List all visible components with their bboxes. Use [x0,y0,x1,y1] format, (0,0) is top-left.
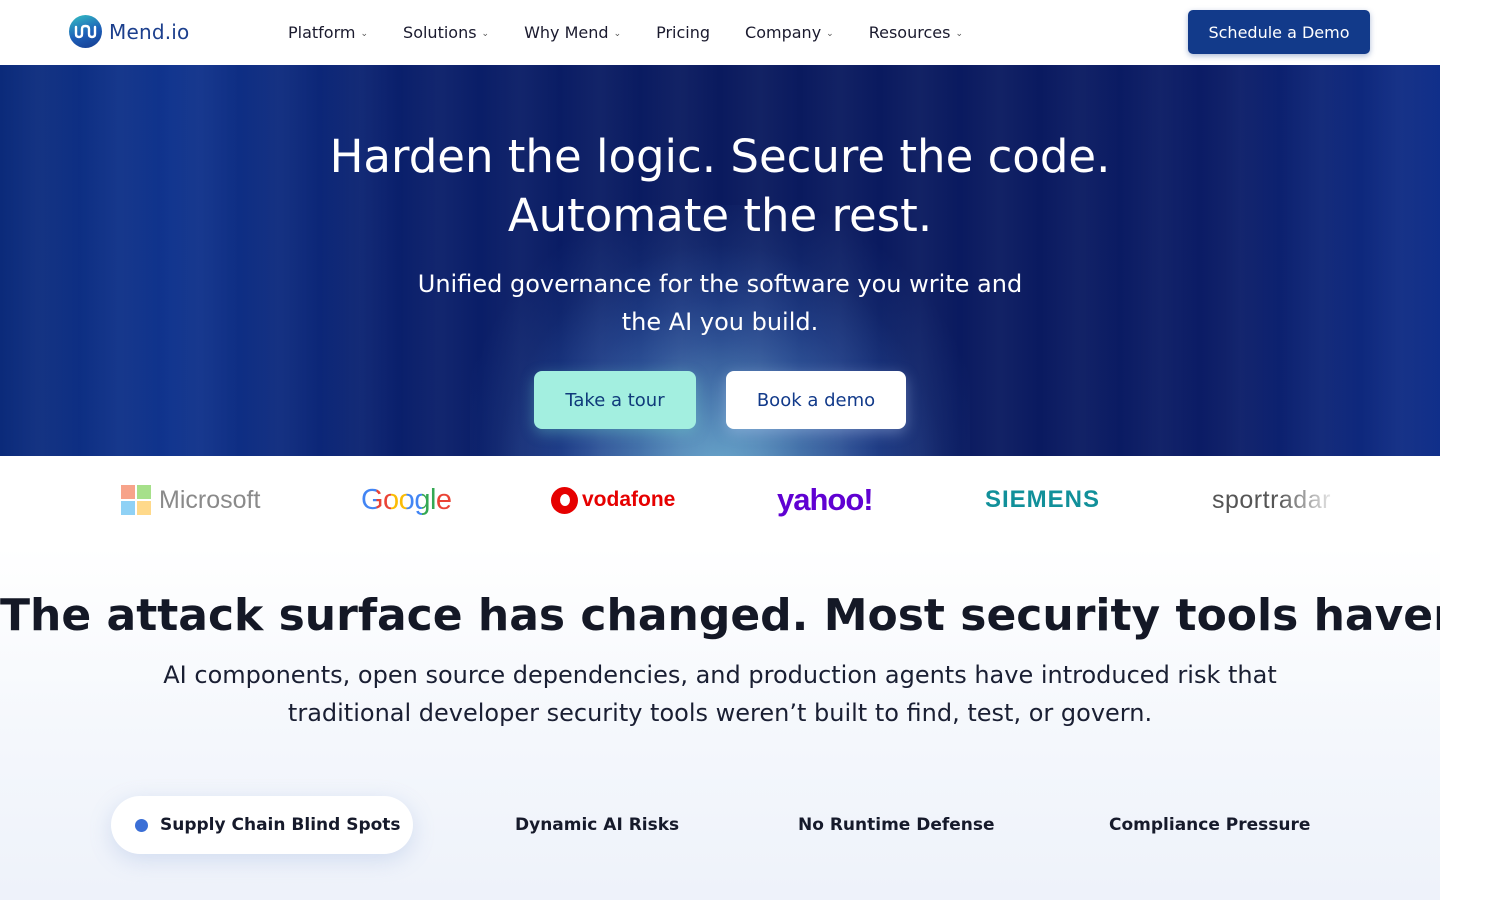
nav-why-mend-label: Why Mend [524,23,609,42]
hero-title-line1: Harden the logic. Secure the code. [329,130,1111,183]
yahoo-logo: yahoo! [777,480,874,520]
page-right-margin [1440,0,1489,900]
vodafone-icon [551,486,578,514]
chevron-down-icon: ⌄ [826,28,834,39]
customer-logos: Microsoft Google vodafone yahoo! SIEMENS… [0,456,1440,546]
nav-pricing-label: Pricing [656,23,711,42]
attack-surface-description-line2: traditional developer security tools wer… [287,699,1153,727]
nav-solutions-label: Solutions [403,23,477,42]
logo-text: Mend.io [109,19,190,44]
chevron-down-icon: ⌄ [955,28,963,39]
google-logo-text: Google [361,483,452,516]
google-logo: Google [361,480,452,520]
microsoft-logo-text: Microsoft [159,485,261,514]
vodafone-logo: vodafone [551,480,675,520]
tab-dynamic-ai-risks[interactable]: Dynamic AI Risks [515,796,679,854]
book-demo-button[interactable]: Book a demo [726,371,906,429]
sportradar-logo: sportradar [1212,480,1331,520]
attack-surface-description-line1: AI components, open source dependencies,… [163,661,1277,689]
attack-surface-description: AI components, open source dependencies,… [0,656,1440,732]
chevron-down-icon: ⌄ [481,28,490,39]
microsoft-logo: Microsoft [121,480,260,520]
nav-platform-label: Platform [288,23,356,42]
nav-resources[interactable]: Resources ⌄ [869,23,963,42]
siemens-logo-text: SIEMENS [985,486,1101,513]
hero-title: Harden the logic. Secure the code. Autom… [0,127,1440,245]
nav-company[interactable]: Company ⌄ [745,23,834,42]
hero-section: Harden the logic. Secure the code. Autom… [0,65,1440,456]
tab-supply-chain-label: Supply Chain Blind Spots [160,815,401,835]
take-tour-button[interactable]: Take a tour [534,371,696,429]
chevron-down-icon: ⌄ [360,28,369,39]
active-dot-icon [135,818,148,832]
tab-dynamic-ai-label: Dynamic AI Risks [515,815,680,835]
site-header: Mend.io Platform ⌄ Solutions ⌄ Why Mend … [0,0,1440,65]
main-nav: Platform ⌄ Solutions ⌄ Why Mend ⌄ Pricin… [288,0,998,65]
siemens-logo: SIEMENS [985,480,1100,520]
hero-title-line2: Automate the rest. [507,189,933,242]
attack-surface-section: The attack surface has changed. Most sec… [0,546,1489,900]
nav-why-mend[interactable]: Why Mend ⌄ [524,23,621,42]
mend-logo-icon [69,15,102,48]
attack-surface-title: The attack surface has changed. Most sec… [0,590,1489,642]
mend-logo[interactable]: Mend.io [69,15,189,48]
tab-no-runtime-label: No Runtime Defense [798,815,995,835]
chevron-down-icon: ⌄ [613,28,622,39]
nav-solutions[interactable]: Solutions ⌄ [403,23,489,42]
sportradar-logo-text: sportradar [1212,485,1331,514]
attack-surface-title-bold: The attack surface has changed. [0,590,809,641]
risk-tabs: Supply Chain Blind Spots Dynamic AI Risk… [0,796,1440,856]
nav-platform[interactable]: Platform ⌄ [288,23,368,42]
hero-subtitle-line1: Unified governance for the software you … [417,270,1023,298]
tab-compliance-label: Compliance Pressure [1109,815,1311,835]
hero-subtitle-line2: the AI you build. [621,308,819,336]
tab-no-runtime-defense[interactable]: No Runtime Defense [798,796,995,854]
tab-compliance-pressure[interactable]: Compliance Pressure [1109,796,1310,854]
attack-surface-title-regular: Most security tools haven’t. [808,590,1489,641]
yahoo-logo-text: yahoo! [777,482,874,517]
tab-supply-chain-blind-spots[interactable]: Supply Chain Blind Spots [111,796,413,854]
microsoft-icon [121,485,151,515]
nav-resources-label: Resources [868,23,951,42]
nav-company-label: Company [745,23,822,42]
vodafone-logo-text: vodafone [582,488,676,511]
schedule-demo-button[interactable]: Schedule a Demo [1188,10,1370,54]
hero-subtitle: Unified governance for the software you … [0,265,1440,341]
nav-pricing[interactable]: Pricing [656,23,710,42]
